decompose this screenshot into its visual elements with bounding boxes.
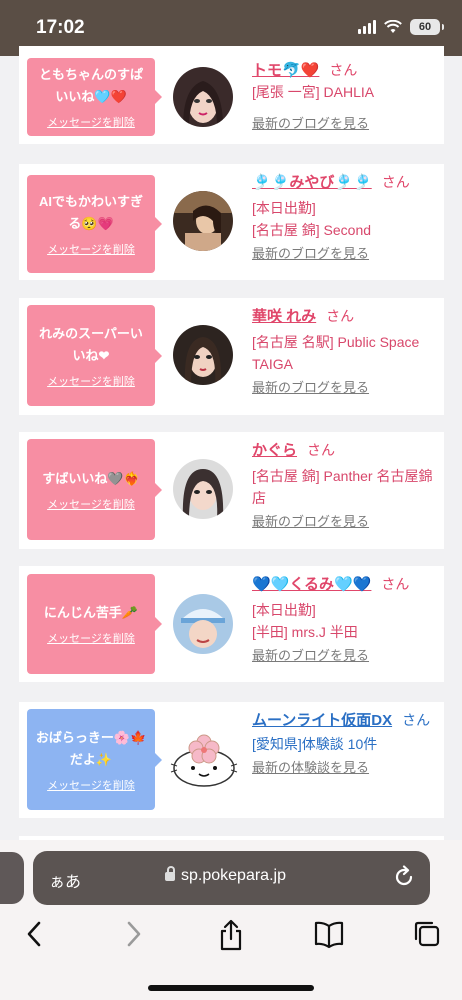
avatar[interactable]	[173, 191, 233, 251]
profile-info: ムーンライト仮面DX さん [愛知県]体験談 10件 最新の体験談を見る	[252, 710, 442, 779]
delete-message-link[interactable]: メッセージを削除	[47, 373, 135, 389]
message-text: れみのスーパーいいね❤︎	[39, 325, 143, 363]
profile-info: トモ🐬❤️ さん [尾張 一宮] DAHLIA 最新のブログを見る	[252, 60, 442, 135]
shop-info: [名古屋 錦] Panther 名古屋錦店	[252, 468, 433, 506]
share-icon[interactable]	[217, 919, 245, 951]
profile-info: 華咲 れみ さん [名古屋 名駅] Public Space TAIGA 最新のブ…	[252, 306, 442, 399]
mascot-avatar[interactable]	[169, 728, 239, 788]
message-bubble: れみのスーパーいいね❤︎ メッセージを削除	[27, 305, 162, 406]
profile-info: 💙🩵くるみ🩵💙 さん [本日出勤] [半田] mrs.J 半田 最新のブログを見る	[252, 574, 442, 667]
previous-tab-preview[interactable]	[0, 852, 24, 904]
latest-blog-link[interactable]: 最新のブログを見る	[252, 645, 442, 667]
profile-info: かぐら さん [名古屋 錦] Panther 名古屋錦店 最新のブログを見る	[252, 440, 442, 533]
status-icons: 60	[358, 19, 444, 35]
latest-blog-link[interactable]: 最新のブログを見る	[252, 243, 442, 265]
url-text[interactable]: sp.pokepara.jp	[181, 867, 286, 885]
address-bar[interactable]: ぁあ sp.pokepara.jp	[33, 851, 430, 905]
delete-message-link[interactable]: メッセージを削除	[47, 496, 135, 512]
message-card: すばいいね🩶❤️‍🔥 メッセージを削除 かぐら さん [名古屋 錦] Panthe…	[19, 432, 444, 549]
page-settings-button[interactable]: ぁあ	[49, 868, 81, 892]
message-text: にんじん苦手🥕	[43, 605, 139, 620]
forward-icon[interactable]	[124, 919, 144, 949]
tabs-icon[interactable]	[412, 919, 442, 949]
profile-name-link[interactable]: 💙🩵くるみ🩵💙	[252, 576, 371, 593]
profile-name-link[interactable]: トモ🐬❤️	[252, 62, 319, 79]
browser-toolbar	[0, 915, 462, 955]
honorific: さん	[329, 62, 358, 78]
delete-message-link[interactable]: メッセージを削除	[47, 777, 135, 793]
message-text: ともちゃんのすぱいいね🩵❤️	[38, 67, 143, 104]
message-card: れみのスーパーいいね❤︎ メッセージを削除 華咲 れみ さん [名古屋 名駅] P…	[19, 298, 444, 415]
shop-info: [名古屋 名駅] Public Space TAIGA	[252, 334, 420, 372]
avatar[interactable]	[173, 594, 233, 654]
home-indicator[interactable]	[148, 985, 314, 991]
cellular-signal-icon	[358, 20, 376, 34]
message-bubble: すばいいね🩶❤️‍🔥 メッセージを削除	[27, 439, 162, 540]
wifi-icon	[384, 20, 402, 33]
message-bubble: おばらっきー🌸🍁だよ✨ メッセージを削除	[27, 709, 162, 810]
profile-name-link[interactable]: 華咲 れみ	[252, 308, 316, 325]
profile-name-link[interactable]: かぐら	[252, 442, 297, 459]
profile-info: 🎐🎐みやび🎐🎐 さん [本日出勤] [名古屋 錦] Second 最新のブログを見…	[252, 172, 442, 265]
delete-message-link[interactable]: メッセージを削除	[47, 630, 135, 646]
status-time: 17:02	[36, 17, 85, 38]
shop-info: [半田] mrs.J 半田	[252, 624, 358, 640]
latest-blog-link[interactable]: 最新のブログを見る	[252, 377, 442, 399]
avatar[interactable]	[173, 459, 233, 519]
honorific: さん	[326, 308, 355, 324]
latest-blog-link[interactable]: 最新のブログを見る	[252, 113, 442, 135]
shop-info: [尾張 一宮] DAHLIA	[252, 84, 375, 100]
bookmarks-icon[interactable]	[313, 919, 345, 949]
message-bubble: AIでもかわいすぎる🥺💗 メッセージを削除	[27, 175, 162, 273]
message-text: おばらっきー🌸🍁だよ✨	[35, 729, 147, 767]
message-card: ともちゃんのすぱいいね🩵❤️ メッセージを削除 トモ🐬❤️ さん [尾張 一宮] …	[19, 46, 444, 144]
message-text: すばいいね🩶❤️‍🔥	[42, 470, 140, 486]
profile-name-link[interactable]: ムーンライト仮面DX	[252, 712, 392, 729]
honorific: さん	[307, 442, 336, 458]
honorific: さん	[381, 576, 410, 592]
battery-icon: 60	[410, 19, 444, 35]
honorific: さん	[381, 174, 410, 190]
message-card: AIでもかわいすぎる🥺💗 メッセージを削除 🎐🎐みやび🎐🎐 さん [本日出勤] […	[19, 164, 444, 280]
shop-info: [本日出勤]	[252, 200, 316, 216]
shop-info: [本日出勤]	[252, 602, 316, 618]
avatar[interactable]	[173, 325, 233, 385]
message-text: AIでもかわいすぎる🥺💗	[38, 194, 143, 231]
honorific: さん	[402, 712, 431, 728]
shop-info: [愛知県]体験談 10件	[252, 736, 378, 752]
delete-message-link[interactable]: メッセージを削除	[47, 241, 135, 257]
latest-blog-link[interactable]: 最新のブログを見る	[252, 511, 442, 533]
profile-name-link[interactable]: 🎐🎐みやび🎐🎐	[252, 174, 372, 191]
avatar[interactable]	[173, 67, 233, 127]
message-bubble: にんじん苦手🥕 メッセージを削除	[27, 574, 162, 674]
shop-info: [名古屋 錦] Second	[252, 222, 372, 238]
lock-icon	[165, 866, 175, 881]
message-bubble: ともちゃんのすぱいいね🩵❤️ メッセージを削除	[27, 58, 162, 136]
latest-review-link[interactable]: 最新の体験談を見る	[252, 757, 442, 779]
delete-message-link[interactable]: メッセージを削除	[47, 114, 135, 130]
message-card: おばらっきー🌸🍁だよ✨ メッセージを削除 ムーンライト仮面DX さん [愛知県]体…	[19, 702, 444, 818]
message-card: にんじん苦手🥕 メッセージを削除 💙🩵くるみ🩵💙 さん [本日出勤] [半田] m…	[19, 566, 444, 682]
back-icon[interactable]	[24, 919, 44, 949]
reload-icon[interactable]	[394, 865, 416, 889]
